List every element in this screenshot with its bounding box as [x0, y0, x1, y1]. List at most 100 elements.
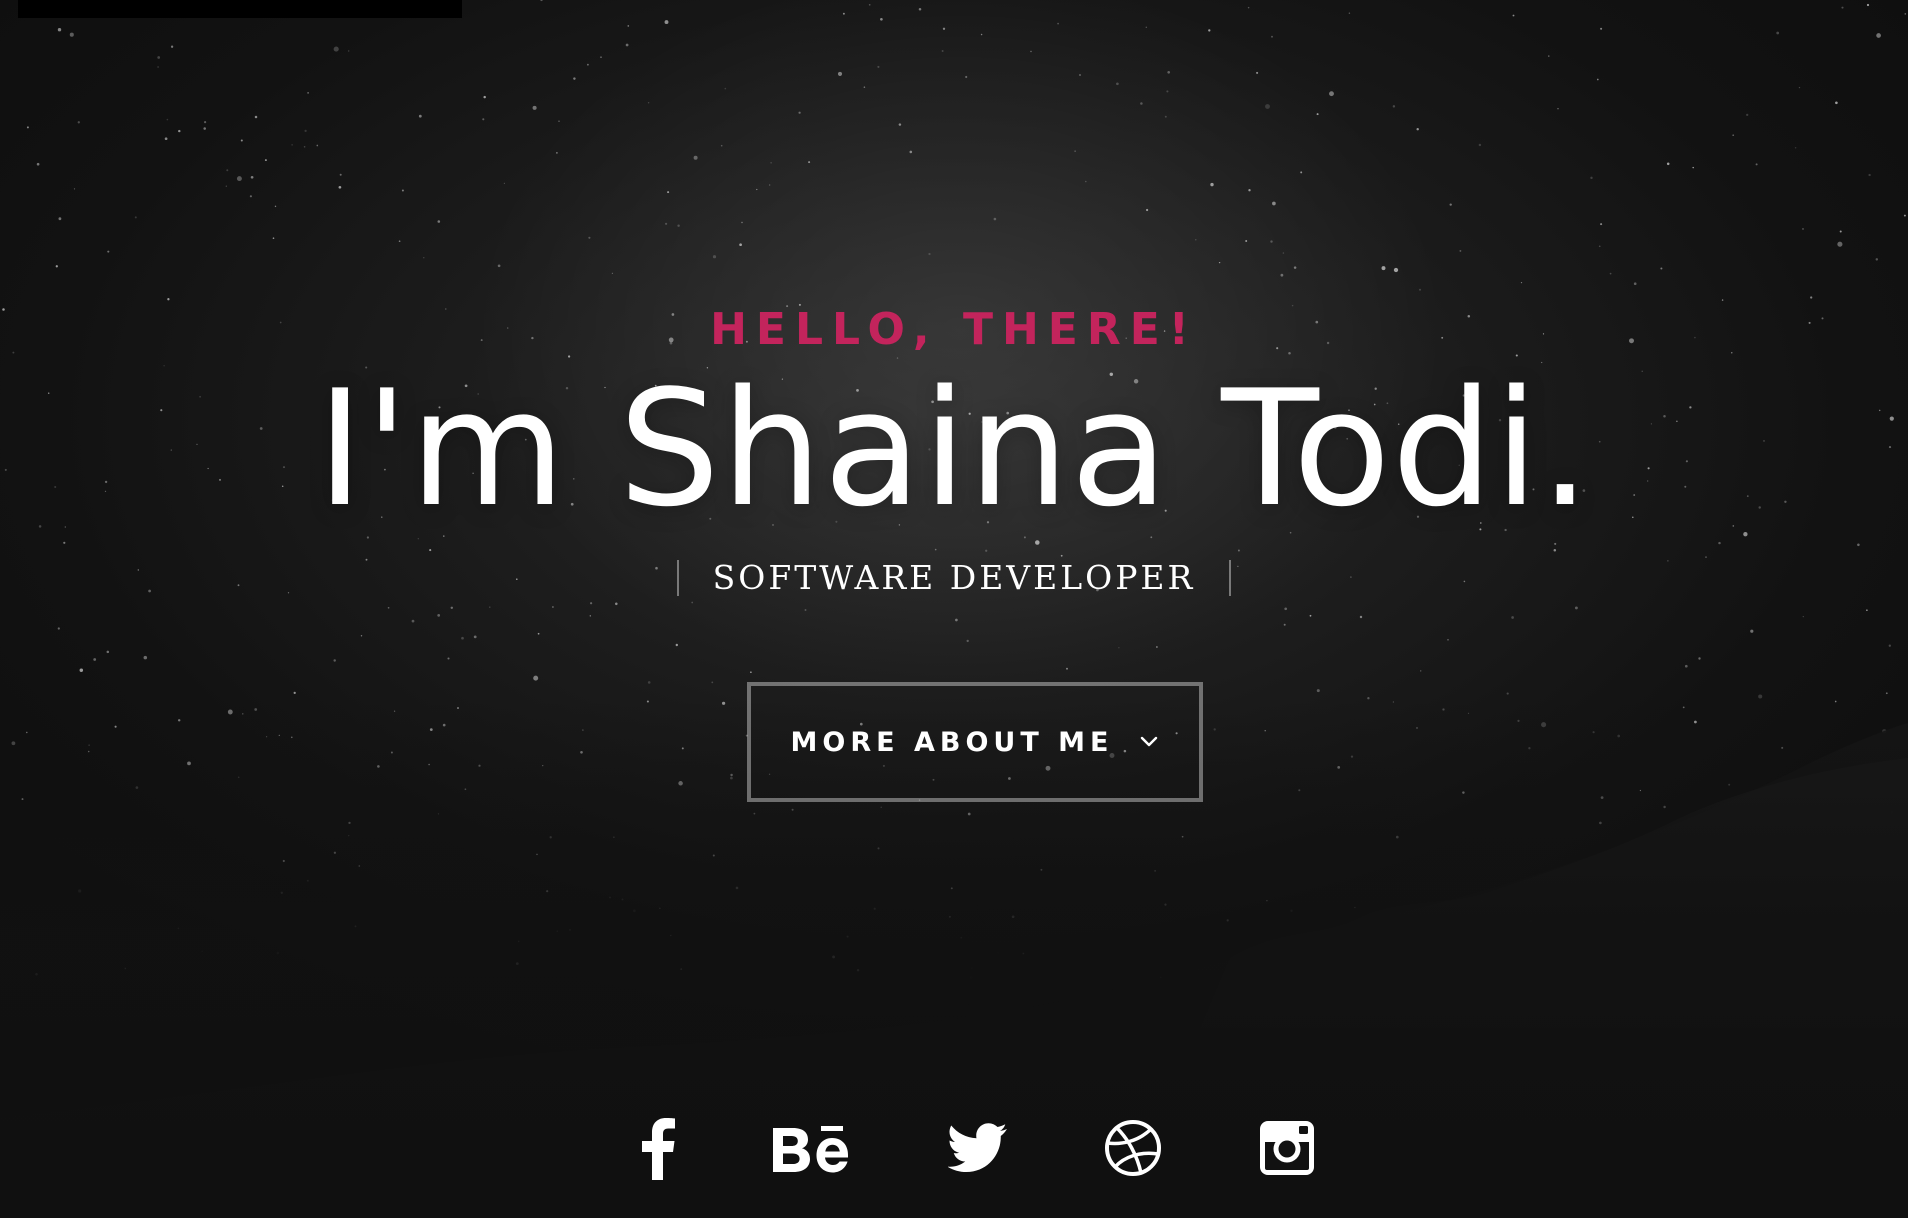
star [1164, 903, 1167, 906]
star [242, 713, 244, 715]
star [418, 114, 422, 118]
instagram-link[interactable] [1256, 1112, 1318, 1184]
star [1621, 869, 1624, 873]
star [1264, 730, 1266, 732]
star [503, 182, 505, 184]
star [621, 898, 624, 901]
star [693, 155, 698, 160]
behance-icon [773, 1126, 848, 1173]
star [1834, 700, 1837, 703]
star [1418, 288, 1422, 291]
star [201, 950, 203, 952]
star [333, 659, 336, 662]
star [393, 710, 396, 712]
star [600, 56, 602, 58]
star [549, 836, 552, 839]
star [918, 7, 922, 11]
star [1609, 272, 1612, 275]
star [1401, 952, 1404, 954]
star [1599, 821, 1602, 825]
star [461, 636, 464, 640]
star [157, 56, 161, 59]
star [265, 736, 268, 738]
star [272, 237, 275, 240]
star [1732, 134, 1735, 137]
star [1600, 796, 1604, 799]
star [1798, 86, 1801, 89]
star [274, 205, 277, 208]
star [627, 25, 630, 27]
star [1381, 266, 1386, 271]
star [533, 675, 539, 681]
star [1598, 245, 1601, 248]
star [955, 618, 958, 622]
star [1698, 657, 1701, 660]
star [79, 668, 84, 673]
star [1449, 203, 1452, 206]
star [1416, 127, 1419, 131]
star [546, 890, 549, 893]
star [1866, 609, 1868, 611]
star [1316, 113, 1319, 116]
star [423, 257, 425, 259]
star [1210, 182, 1214, 187]
star [250, 175, 254, 179]
star [1596, 78, 1599, 81]
star [590, 602, 593, 605]
star [556, 930, 558, 932]
star [1011, 915, 1015, 919]
star [532, 105, 537, 110]
star [665, 222, 668, 225]
star [1283, 623, 1286, 626]
more-about-me-button[interactable]: MORE ABOUT ME [747, 682, 1203, 802]
twitter-link[interactable] [946, 1112, 1010, 1184]
star [1758, 694, 1763, 699]
star [1837, 241, 1843, 247]
star [1280, 273, 1284, 277]
star [482, 118, 485, 121]
star [842, 12, 845, 15]
star [276, 951, 280, 955]
star [517, 940, 520, 943]
star [625, 43, 629, 47]
star [675, 643, 678, 647]
star [691, 601, 694, 604]
star [1247, 6, 1250, 9]
star [1841, 781, 1845, 785]
star [227, 709, 233, 715]
behance-link[interactable] [768, 1112, 854, 1184]
star [333, 46, 339, 52]
star [1866, 3, 1870, 7]
star [1329, 91, 1334, 97]
star [1164, 115, 1167, 118]
star [730, 773, 733, 777]
star [1682, 706, 1685, 709]
dribbble-icon [1105, 1120, 1161, 1176]
star [237, 776, 240, 779]
star [580, 750, 583, 754]
star [1166, 90, 1169, 93]
star [1517, 719, 1520, 723]
star [1293, 266, 1297, 269]
star [57, 28, 62, 32]
star [1079, 74, 1081, 76]
dribbble-link[interactable] [1102, 1112, 1164, 1184]
star [447, 657, 450, 660]
star [1835, 101, 1838, 105]
star [970, 967, 973, 970]
star [69, 32, 74, 37]
star [77, 121, 80, 124]
facebook-link[interactable] [628, 1112, 688, 1184]
star [203, 127, 206, 130]
star [1145, 208, 1149, 212]
star [556, 152, 558, 154]
star [1633, 282, 1637, 286]
star [1528, 747, 1531, 750]
star [437, 220, 441, 223]
star [1574, 606, 1578, 610]
star [970, 976, 973, 979]
instagram-icon [1260, 1121, 1314, 1175]
star [677, 224, 680, 227]
star [1557, 108, 1559, 110]
facebook-icon [642, 1118, 675, 1180]
